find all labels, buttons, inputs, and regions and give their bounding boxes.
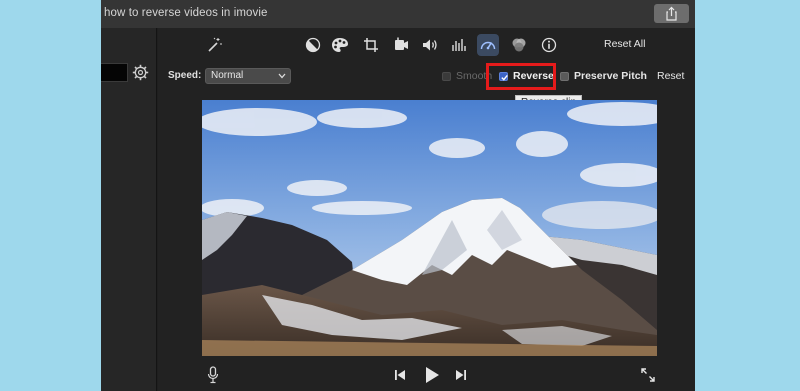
fullscreen-icon[interactable] [640,367,656,383]
inspector-panel: Reset All Speed: Normal Smooth Reverse P… [158,28,695,391]
sidebar-field[interactable] [101,63,128,82]
color-balance-icon[interactable] [304,36,322,54]
speed-label: Speed: [168,70,202,81]
info-icon[interactable] [540,36,558,54]
magic-wand-icon[interactable] [205,36,223,54]
speed-icon[interactable] [477,34,499,56]
previous-icon[interactable] [394,369,406,381]
play-icon[interactable] [424,366,440,384]
smooth-checkbox[interactable]: Smooth [442,70,492,82]
stabilization-icon[interactable] [392,36,410,54]
next-icon[interactable] [455,369,467,381]
imovie-window: how to reverse videos in imovie Reset Al… [101,0,695,391]
preserve-pitch-checkbox[interactable]: Preserve Pitch [560,70,647,82]
video-frame [202,100,657,356]
crop-icon[interactable] [362,36,380,54]
reset-button[interactable]: Reset [657,70,684,82]
preserve-pitch-label: Preserve Pitch [574,70,647,82]
window-title: how to reverse videos in imovie [104,7,268,19]
preserve-pitch-checkbox-box[interactable] [560,71,569,81]
color-correction-icon[interactable] [331,36,349,54]
highlight-box [486,63,556,90]
share-button[interactable] [654,4,689,23]
video-viewer [202,100,657,356]
smooth-checkbox-box[interactable] [442,71,451,81]
title-bar: how to reverse videos in imovie [101,0,695,28]
chevron-down-icon [278,73,286,79]
clip-filter-icon[interactable] [510,36,528,54]
share-icon [666,6,677,21]
volume-icon[interactable] [421,36,439,54]
reset-all-button[interactable]: Reset All [604,38,645,50]
speed-dropdown[interactable]: Normal [205,68,291,84]
noise-reduction-icon[interactable] [450,36,468,54]
left-sidebar [101,28,157,391]
microphone-icon[interactable] [207,366,219,384]
speed-dropdown-value: Normal [211,70,244,81]
gear-icon[interactable] [132,64,149,81]
